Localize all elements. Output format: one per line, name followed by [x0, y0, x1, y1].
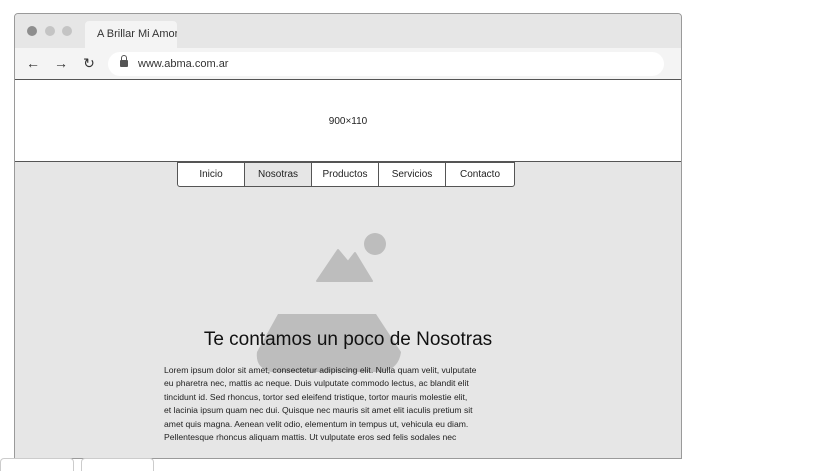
menu-item-productos[interactable]: Productos — [312, 163, 379, 186]
body-line: Pellentesque rhoncus aliquam mattis. Ut … — [164, 432, 457, 443]
banner-placeholder: 900×110 — [15, 79, 681, 162]
tab-title: A Brillar Mi Amor — [97, 28, 177, 40]
body-line: eu pharetra nec, mattis ac neque. Duis v… — [164, 378, 469, 389]
browser-tab[interactable]: A Brillar Mi Amor — [85, 21, 177, 48]
main-menu: Inicio Nosotras Productos Servicios Cont… — [177, 162, 515, 187]
browser-toolbar: ← → ↻ www.abma.com.ar — [15, 48, 681, 79]
close-window-button[interactable] — [27, 26, 37, 36]
body-line: Lorem ipsum dolor sit amet, consectetur … — [164, 365, 477, 375]
tab-bar: A Brillar Mi Amor — [15, 14, 681, 48]
lock-icon — [120, 55, 128, 67]
body-line: amet quis magna. Aenean velit odio, elem… — [164, 418, 469, 429]
arrow-left-icon[interactable]: ← — [24, 54, 42, 72]
menu-item-inicio[interactable]: Inicio — [178, 163, 245, 186]
reload-icon[interactable]: ↻ — [80, 54, 98, 72]
section-body: Lorem ipsum dolor sit amet, consectetur … — [164, 364, 549, 444]
section-heading: Te contamos un poco de Nosotras — [203, 329, 493, 350]
menu-item-contacto[interactable]: Contacto — [446, 163, 514, 186]
browser-window: A Brillar Mi Amor ← → ↻ www.abma.com.ar … — [14, 13, 682, 459]
menu-item-nosotras[interactable]: Nosotras — [245, 163, 312, 186]
minimize-window-button[interactable] — [45, 26, 55, 36]
maximize-window-button[interactable] — [62, 26, 72, 36]
page-content: Inicio Nosotras Productos Servicios Cont… — [15, 162, 681, 458]
banner-size-label: 900×110 — [328, 116, 368, 127]
arrow-right-icon[interactable]: → — [52, 54, 70, 72]
body-line: et lacinia ipsum quam nec dui. Quisque n… — [164, 405, 473, 416]
body-line: tincidunt id. Sed rhoncus, tortor sed el… — [164, 391, 468, 402]
menu-item-servicios[interactable]: Servicios — [379, 163, 446, 186]
address-bar[interactable]: www.abma.com.ar — [108, 52, 664, 76]
url-text: www.abma.com.ar — [138, 58, 229, 70]
